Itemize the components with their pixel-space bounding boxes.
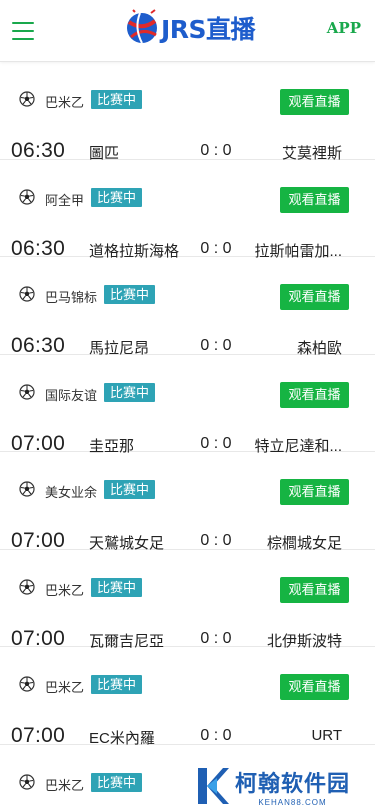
watch-live-button[interactable]: 观看直播 <box>280 186 349 213</box>
league-name: 巴米乙 <box>45 95 85 110</box>
status-badge: 比赛中 <box>104 285 156 304</box>
k-logo-icon <box>198 768 229 804</box>
match-item[interactable]: 巴米乙 比赛中 观看直播 07:00 EC米內羅 0 : 0 URT <box>0 647 375 747</box>
status-badge: 比赛中 <box>91 772 143 792</box>
away-team: URT <box>311 727 342 744</box>
league-name: 巴马锦标 <box>45 290 98 305</box>
site-logo[interactable]: JRS直播 <box>125 6 256 50</box>
soccer-ball-icon <box>19 481 35 497</box>
match-item[interactable]: 巴米乙 比赛中 观看直播 07:00 瓦爾吉尼亞 0 : 0 北伊斯波特 <box>0 550 375 650</box>
match-score: 0 : 0 <box>200 532 232 549</box>
league-name: 巴米乙 <box>45 777 85 793</box>
app-download-link[interactable]: APP <box>327 19 361 37</box>
top-header: JRS直播 APP <box>0 0 375 62</box>
match-item[interactable]: 巴米乙 比赛中 观看直播 06:30 圖匹 0 : 0 艾莫裡斯 <box>0 62 375 162</box>
status-badge: 比赛中 <box>91 577 143 597</box>
match-score: 0 : 0 <box>200 629 232 647</box>
match-score: 0 : 0 <box>200 337 232 354</box>
soccer-ball-icon <box>19 676 35 692</box>
soccer-ball-icon <box>19 383 35 400</box>
watch-live-button[interactable]: 观看直播 <box>280 89 349 115</box>
league-name: 巴米乙 <box>45 582 85 598</box>
match-list: 巴米乙 比赛中 观看直播 06:30 圖匹 0 : 0 艾莫裡斯 阿全甲 比赛中… <box>0 62 375 812</box>
league-name: 阿全甲 <box>45 192 85 208</box>
soccer-ball-icon <box>19 188 35 205</box>
watch-live-button[interactable]: 观看直播 <box>280 284 349 310</box>
status-badge: 比赛中 <box>104 382 156 402</box>
match-score: 0 : 0 <box>200 434 232 452</box>
soccer-ball-icon <box>19 773 35 790</box>
watermark-name: 柯翰软件园 <box>235 770 351 796</box>
league-name: 国际友谊 <box>45 387 98 403</box>
watch-live-button[interactable]: 观看直播 <box>280 674 349 700</box>
match-score: 0 : 0 <box>200 727 232 744</box>
match-item[interactable]: 美女业余 比赛中 观看直播 07:00 天鷲城女足 0 : 0 棕櫚城女足 <box>0 452 375 552</box>
league-name: 巴米乙 <box>45 680 85 695</box>
league-name: 美女业余 <box>45 485 98 500</box>
hamburger-menu-icon[interactable] <box>12 22 34 40</box>
watch-live-button[interactable]: 观看直播 <box>280 479 349 505</box>
logo-text: JRS直播 <box>161 15 256 44</box>
watch-live-button[interactable]: 观看直播 <box>280 381 349 408</box>
status-badge: 比赛中 <box>91 90 143 109</box>
watermark-domain: KEHAN88.COM <box>258 797 327 807</box>
match-item[interactable]: 国际友谊 比赛中 观看直播 07:00 圭亞那 0 : 0 特立尼達和... <box>0 355 375 455</box>
watermark-logo: 柯翰软件园 KEHAN88.COM <box>195 762 365 810</box>
match-item[interactable]: 巴马锦标 比赛中 观看直播 06:30 馬拉尼昂 0 : 0 森柏歐 <box>0 257 375 357</box>
match-score: 0 : 0 <box>200 142 232 159</box>
basketball-logo-icon <box>127 9 157 44</box>
soccer-ball-icon <box>19 578 35 595</box>
soccer-ball-icon <box>19 91 35 107</box>
soccer-ball-icon <box>19 286 35 302</box>
watch-live-button[interactable]: 观看直播 <box>280 576 349 603</box>
match-item[interactable]: 阿全甲 比赛中 观看直播 06:30 道格拉斯海格 0 : 0 拉斯帕雷加... <box>0 160 375 260</box>
status-badge: 比赛中 <box>104 480 156 499</box>
status-badge: 比赛中 <box>91 675 143 694</box>
status-badge: 比赛中 <box>91 187 143 207</box>
match-score: 0 : 0 <box>200 239 232 257</box>
